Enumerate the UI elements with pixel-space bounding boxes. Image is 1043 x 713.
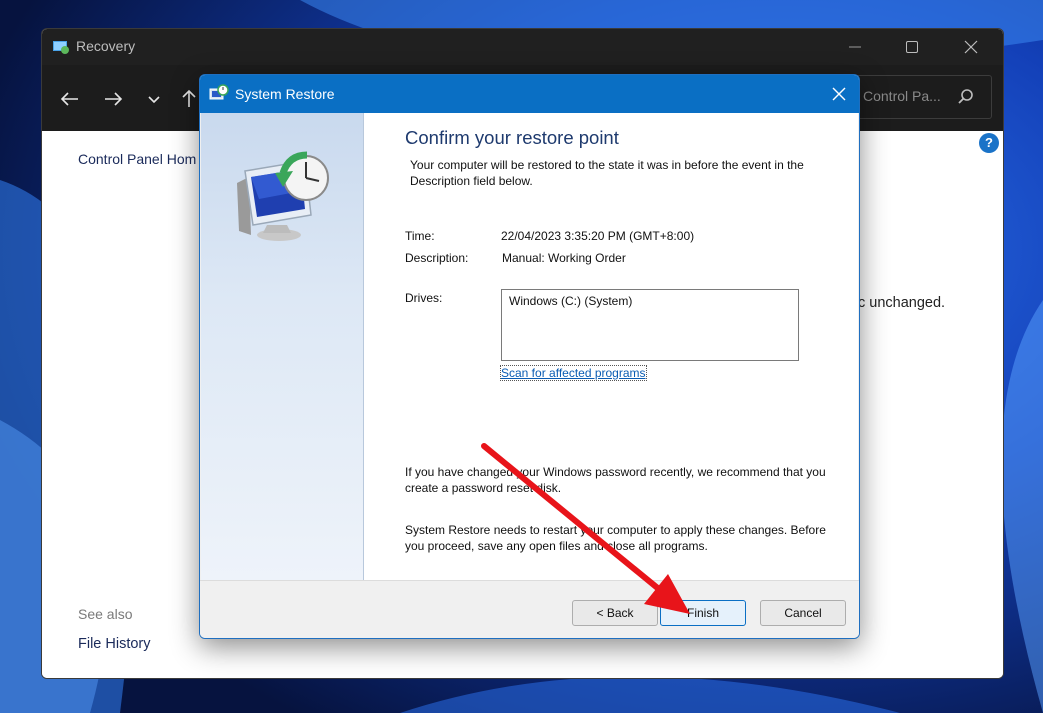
dialog-titlebar: System Restore <box>200 75 859 113</box>
help-icon[interactable]: ? <box>979 133 999 153</box>
minimize-button[interactable] <box>828 29 884 65</box>
drives-label: Drives: <box>405 291 443 305</box>
recent-chevron-icon <box>148 96 160 104</box>
maximize-icon <box>906 41 918 53</box>
description-label: Description: <box>405 251 469 265</box>
minimize-icon <box>849 46 861 48</box>
dialog-main: Confirm your restore point Your computer… <box>364 113 858 580</box>
restart-note: System Restore needs to restart your com… <box>405 523 826 553</box>
recovery-titlebar: Recovery <box>42 29 1003 65</box>
window-title: Recovery <box>76 38 136 54</box>
drive-item[interactable]: Windows (C:) (System) <box>509 294 632 308</box>
back-arrow-icon <box>60 92 78 106</box>
background-text: c unchanged. <box>858 295 946 311</box>
back-button[interactable]: < Back <box>572 600 658 626</box>
finish-button[interactable]: Finish <box>660 600 746 626</box>
time-label: Time: <box>405 229 435 243</box>
forward-arrow-icon <box>105 92 123 106</box>
system-restore-icon <box>209 84 229 100</box>
system-restore-dialog: System Restore Confirm your restore poin… <box>199 74 860 639</box>
dialog-footer: < Back Finish Cancel <box>200 580 859 638</box>
close-icon <box>832 87 846 101</box>
forward-button[interactable] <box>99 85 127 113</box>
dialog-description: Your computer will be restored to the st… <box>410 158 804 188</box>
maximize-button[interactable] <box>885 29 941 65</box>
close-icon <box>964 40 978 54</box>
search-icon <box>958 89 973 104</box>
description-value: Manual: Working Order <box>502 251 626 265</box>
recent-locations-button[interactable] <box>140 85 168 113</box>
search-placeholder: Control Pa... <box>863 88 941 104</box>
see-also-heading: See also <box>78 606 133 622</box>
dialog-title: System Restore <box>235 86 335 102</box>
close-button[interactable] <box>944 29 1000 65</box>
dialog-sidebar <box>201 113 364 580</box>
cancel-button[interactable]: Cancel <box>760 600 846 626</box>
dialog-close-button[interactable] <box>820 75 858 113</box>
file-history-link[interactable]: File History <box>78 636 151 652</box>
password-note: If you have changed your Windows passwor… <box>405 465 826 495</box>
control-panel-home-link[interactable]: Control Panel Hom <box>78 151 196 167</box>
system-restore-illustration <box>237 151 329 241</box>
time-value: 22/04/2023 3:35:20 PM (GMT+8:00) <box>501 229 695 243</box>
scan-affected-programs-link[interactable]: Scan for affected programs <box>500 365 647 381</box>
back-button[interactable] <box>56 85 84 113</box>
search-box[interactable]: Control Pa... <box>842 75 992 119</box>
recovery-icon <box>53 41 69 54</box>
dialog-heading: Confirm your restore point <box>405 127 619 148</box>
drives-list[interactable]: Windows (C:) (System) <box>501 289 799 361</box>
